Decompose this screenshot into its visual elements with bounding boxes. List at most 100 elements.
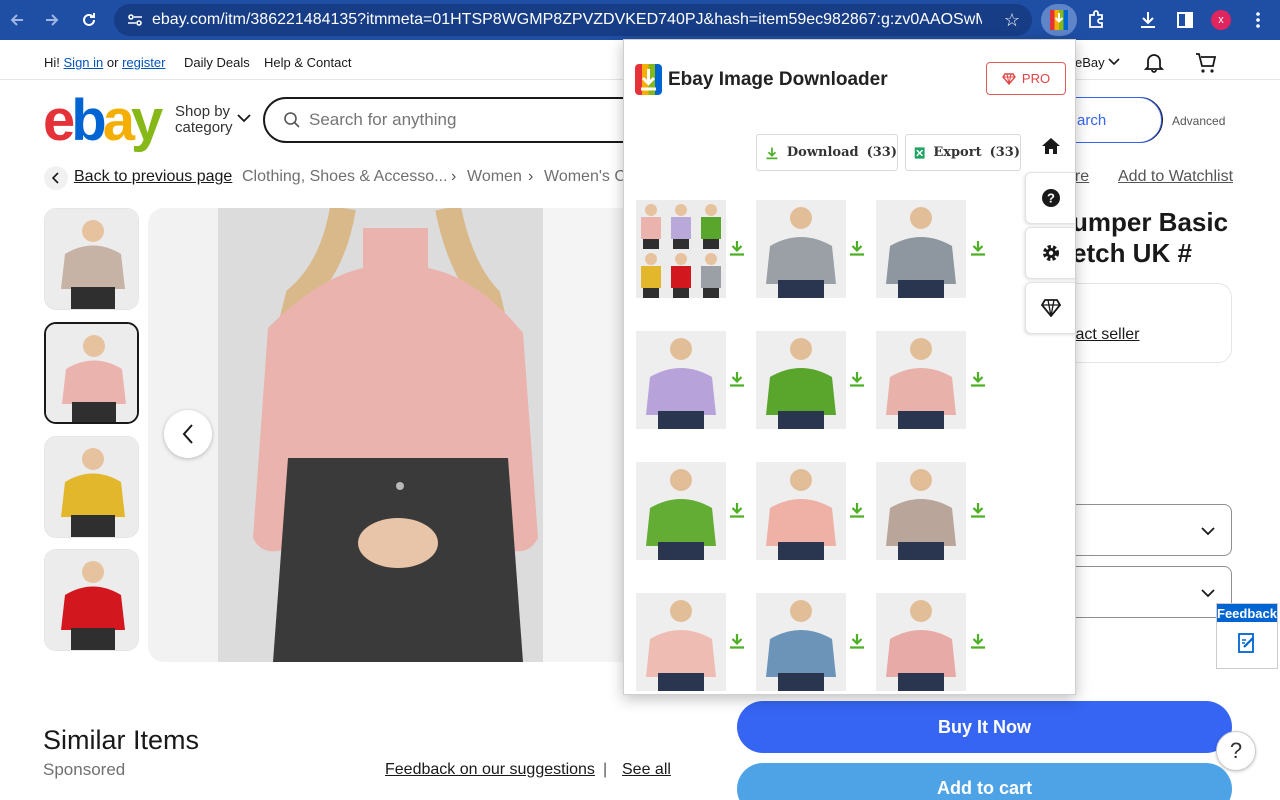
side-panel-icon[interactable] [1173, 8, 1197, 32]
buy-it-now-button[interactable]: Buy It Now [737, 701, 1232, 753]
premium-button[interactable] [1025, 282, 1075, 334]
grid-image-pink-close[interactable] [756, 462, 846, 560]
pro-button[interactable]: PRO [986, 62, 1066, 95]
feedback-suggestions-link[interactable]: Feedback on our suggestions [385, 761, 595, 779]
back-to-previous-link[interactable]: Back to previous page [74, 168, 232, 186]
breadcrumb-item-clothing[interactable]: Clothing, Shoes & Accesso... [242, 168, 447, 186]
download-image-icon[interactable] [728, 239, 746, 257]
grid-image-pink-blonde[interactable] [876, 593, 966, 691]
forward-arrow-icon[interactable] [37, 5, 67, 35]
breadcrumb-separator-icon: › [451, 168, 457, 185]
daily-deals-link[interactable]: Daily Deals [184, 55, 250, 70]
help-button[interactable]: ? [1025, 172, 1075, 224]
chevron-down-icon[interactable] [236, 110, 252, 126]
download-image-icon[interactable] [728, 632, 746, 650]
export-label: Export [933, 145, 982, 160]
grid-image-green-1[interactable] [756, 331, 846, 429]
grid-image-pink-arm[interactable] [636, 593, 726, 691]
download-image-icon[interactable] [969, 501, 987, 519]
downloads-icon[interactable] [1136, 8, 1160, 32]
back-arrow-icon[interactable] [2, 5, 32, 35]
home-button[interactable] [1025, 120, 1075, 172]
download-image-icon[interactable] [848, 370, 866, 388]
diamond-icon [1002, 72, 1016, 85]
download-count: (33) [866, 145, 897, 160]
greeting: Hi! Sign in or register [44, 55, 165, 70]
add-to-watchlist-link[interactable]: Add to Watchlist [1118, 168, 1233, 186]
notification-bell-icon[interactable] [1143, 51, 1165, 73]
main-product-image[interactable] [148, 208, 648, 662]
bookmark-star-icon[interactable]: ☆ [1004, 10, 1020, 31]
kebab-menu-icon[interactable] [1246, 8, 1270, 32]
grid-image-grey-blue[interactable] [756, 200, 846, 298]
download-image-icon[interactable] [848, 501, 866, 519]
add-to-cart-button[interactable]: Add to cart [737, 763, 1232, 800]
product-thumbnail[interactable] [44, 549, 139, 651]
download-all-button[interactable]: Download (33) [756, 134, 898, 171]
product-thumbnail[interactable] [44, 436, 139, 538]
settings-button[interactable] [1025, 227, 1075, 279]
download-image-icon[interactable] [848, 632, 866, 650]
shop-by-category[interactable]: Shop by category [175, 104, 233, 136]
colour-select[interactable] [1050, 566, 1232, 618]
size-select[interactable] [1050, 504, 1232, 556]
address-bar[interactable]: ebay.com/itm/386221484135?itmmeta=01HTSP… [114, 4, 1032, 36]
download-label: Download [786, 145, 859, 160]
reload-icon[interactable] [74, 5, 104, 35]
help-icon: ? [1042, 189, 1060, 207]
back-chevron-icon[interactable] [44, 166, 68, 190]
product-thumbnail[interactable] [44, 208, 139, 310]
download-icon [766, 147, 778, 159]
ebay-logo[interactable]: ebay [43, 92, 163, 150]
grid-image-taupe[interactable] [876, 462, 966, 560]
cart-icon[interactable] [1194, 51, 1218, 75]
my-ebay-link[interactable]: eBay [1075, 55, 1120, 70]
my-ebay-text: eBay [1075, 55, 1105, 70]
download-image-icon[interactable] [728, 370, 746, 388]
sign-in-link[interactable]: Sign in [64, 55, 104, 70]
svg-text:?: ? [1047, 191, 1055, 206]
see-all-link[interactable]: See all [622, 761, 671, 779]
extension-active-icon[interactable] [1041, 4, 1077, 36]
export-count: (33) [989, 145, 1020, 160]
register-link[interactable]: register [122, 55, 165, 70]
help-question-button[interactable]: ? [1216, 731, 1256, 771]
download-image-icon[interactable] [969, 239, 987, 257]
download-image-icon[interactable] [848, 239, 866, 257]
site-settings-icon[interactable] [124, 9, 146, 31]
download-image-icon[interactable] [728, 501, 746, 519]
sponsored-label: Sponsored [43, 760, 126, 779]
chevron-down-icon [1108, 58, 1120, 66]
feedback-widget[interactable]: Feedback [1216, 603, 1278, 669]
feedback-label: Feedback [1217, 604, 1277, 622]
breadcrumb-item-womens-clothing[interactable]: Women's C [544, 168, 626, 186]
profile-avatar[interactable]: x [1211, 10, 1231, 30]
grid-image-lavender[interactable] [636, 331, 726, 429]
breadcrumb-separator-icon: › [528, 168, 534, 185]
export-button[interactable]: Export (33) [905, 134, 1021, 171]
grid-image-blue-crackers[interactable] [756, 593, 846, 691]
diamond-icon [1041, 299, 1061, 317]
contact-seller-link[interactable]: tact seller [1071, 326, 1139, 344]
spreadsheet-icon [914, 146, 925, 159]
advanced-search-link[interactable]: Advanced [1172, 114, 1225, 128]
breadcrumb-item-women[interactable]: Women [467, 168, 522, 186]
item-title-line1: umper Basic [1072, 207, 1229, 237]
grid-image-green-2[interactable] [636, 462, 726, 560]
extension-title: Ebay Image Downloader [668, 69, 888, 90]
grid-image-grey-scarf[interactable] [876, 200, 966, 298]
grid-image-pink-small[interactable] [876, 331, 966, 429]
previous-image-button[interactable] [164, 410, 212, 458]
help-contact-link[interactable]: Help & Contact [264, 55, 351, 70]
item-title: umper Basic etch UK # [1072, 207, 1228, 269]
greeting-text: Hi! [44, 55, 60, 70]
download-image-icon[interactable] [969, 370, 987, 388]
download-image-icon[interactable] [969, 632, 987, 650]
chevron-down-icon [1201, 527, 1215, 536]
grid-image-collage[interactable] [636, 200, 726, 298]
url-text: ebay.com/itm/386221484135?itmmeta=01HTSP… [152, 11, 982, 28]
extensions-puzzle-icon[interactable] [1084, 8, 1108, 32]
product-thumbnail[interactable] [44, 322, 139, 424]
or-text: or [106, 55, 119, 70]
search-input[interactable] [309, 110, 609, 130]
